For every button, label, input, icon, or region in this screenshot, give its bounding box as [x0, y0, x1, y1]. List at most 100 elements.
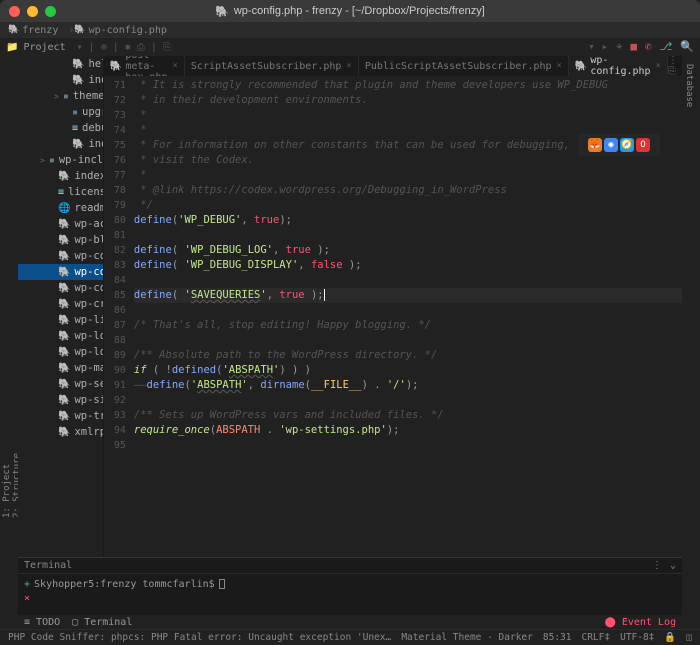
debug-icon[interactable]: ⌖: [616, 40, 622, 54]
code-line[interactable]: /** Sets up WordPress vars and included …: [134, 408, 682, 423]
run-icon[interactable]: ▾ ▸: [588, 40, 608, 54]
tree-item-label: license.txt: [68, 186, 104, 198]
close-icon[interactable]: ×: [172, 61, 177, 71]
terminal-tab[interactable]: ▢ Terminal: [72, 617, 132, 628]
tab-label: post-meta-box.php: [125, 56, 167, 76]
breadcrumb-item[interactable]: 🐘wp-config.php: [74, 25, 167, 36]
tree-item[interactable]: >▪wp-includes: [18, 152, 103, 168]
tree-item[interactable]: 🐘wp-login.php: [18, 344, 103, 360]
code-line[interactable]: * @link https://codex.wordpress.org/Debu…: [134, 183, 682, 198]
tree-item[interactable]: 🐘 wp-cron.php: [18, 296, 103, 312]
php-icon: 🐘: [575, 61, 587, 72]
php-icon: 🐘: [58, 379, 70, 390]
tree-item[interactable]: 🐘index.php: [18, 72, 103, 88]
code-line[interactable]: [134, 393, 682, 408]
code-line[interactable]: [134, 273, 682, 288]
terminal-settings-icon[interactable]: ⋮: [652, 560, 662, 571]
tab-label: wp-config.php: [590, 56, 650, 76]
tree-item[interactable]: 🐘wp-mail.php: [18, 360, 103, 376]
stop-icon[interactable]: ■: [630, 40, 637, 54]
code-line[interactable]: define( 'SAVEQUERIES', true );: [134, 288, 682, 303]
php-icon: 🐘: [74, 25, 85, 35]
code-line[interactable]: define( 'WP_DEBUG_LOG', true );: [134, 243, 682, 258]
tree-item[interactable]: 🐘wp-trackback.php: [18, 408, 103, 424]
minimize-window[interactable]: [27, 6, 38, 17]
tree-item[interactable]: 🐘wp-links-opml.php: [18, 312, 103, 328]
close-window[interactable]: [9, 6, 20, 17]
safari-icon[interactable]: 🧭: [620, 138, 634, 152]
code-line[interactable]: */: [134, 198, 682, 213]
tree-item[interactable]: ≡debug.log: [18, 120, 103, 136]
database-tool-tab[interactable]: Database: [684, 64, 694, 188]
tree-item[interactable]: 🐘xmlrpc.php: [18, 424, 103, 440]
code-line[interactable]: /* That's all, stop editing! Happy blogg…: [134, 318, 682, 333]
breadcrumb-item[interactable]: 🐘frenzy: [8, 25, 58, 36]
code-line[interactable]: [134, 438, 682, 453]
tree-item[interactable]: 🌐readme.html: [18, 200, 103, 216]
phone-icon[interactable]: ✆: [645, 40, 652, 54]
line-ending[interactable]: CRLF‡: [581, 632, 610, 643]
terminal-close-icon[interactable]: ×: [24, 593, 30, 604]
cursor-position: 85:31: [543, 632, 572, 643]
close-icon[interactable]: ×: [656, 61, 661, 71]
code-line[interactable]: *: [134, 168, 682, 183]
tree-item[interactable]: >▪themes: [18, 88, 103, 104]
tree-item[interactable]: 🐘wp-config-sample.php: [18, 280, 103, 296]
code-line[interactable]: [134, 303, 682, 318]
tree-item[interactable]: ≡license.txt: [18, 184, 103, 200]
code-line[interactable]: ――define('ABSPATH', dirname(__FILE__) . …: [134, 378, 682, 393]
bottom-tool-tabs: ≡ TODO ▢ Terminal ⬤ Event Log: [18, 615, 682, 629]
editor-tab[interactable]: 🐘wp-config.php ×: [569, 56, 668, 76]
tree-item[interactable]: 🐘wp-blog-header.php: [18, 232, 103, 248]
encoding[interactable]: UTF-8‡: [620, 632, 654, 643]
editor-tab[interactable]: PublicScriptAssetSubscriber.php ×: [359, 56, 569, 76]
code-line[interactable]: * It is strongly recommended that plugin…: [134, 78, 682, 93]
tree-item[interactable]: 🐘wp-signup.php: [18, 392, 103, 408]
chrome-icon[interactable]: ◉: [604, 138, 618, 152]
tree-item[interactable]: 🐘index.php: [18, 136, 103, 152]
tree-item[interactable]: ▪upgrade: [18, 104, 103, 120]
tree-item[interactable]: 🐘index.php: [18, 168, 103, 184]
code-line[interactable]: define( 'WP_DEBUG_DISPLAY', false );: [134, 258, 682, 273]
event-log-tab[interactable]: ⬤ Event Log: [605, 617, 676, 628]
tree-item[interactable]: 🐘hello.php: [18, 56, 103, 72]
tree-item-label: wp-includes: [59, 154, 104, 166]
close-icon[interactable]: ×: [556, 61, 561, 71]
git-icon[interactable]: ⎇: [660, 40, 673, 54]
terminal-add-icon[interactable]: +: [24, 579, 30, 590]
tree-item[interactable]: 🐘wp-load.php: [18, 328, 103, 344]
code-line[interactable]: * in their development environments.: [134, 93, 682, 108]
project-tool-tab[interactable]: 1: Project: [2, 64, 12, 518]
code-line[interactable]: define('WP_DEBUG', true);: [134, 213, 682, 228]
editor-tab[interactable]: 🐘post-meta-box.php×: [104, 56, 185, 76]
maximize-window[interactable]: [45, 6, 56, 17]
firefox-icon[interactable]: 🦊: [588, 138, 602, 152]
tab-label: PublicScriptAssetSubscriber.php: [365, 61, 552, 72]
folder-icon: 📁: [6, 42, 18, 53]
code-line[interactable]: /** Absolute path to the WordPress direc…: [134, 348, 682, 363]
php-icon: 🐘: [58, 235, 70, 246]
tree-item-label: wp-cron.php: [74, 298, 103, 310]
code-line[interactable]: *: [134, 108, 682, 123]
code-line[interactable]: require_once(ABSPATH . 'wp-settings.php'…: [134, 423, 682, 438]
tree-item-label: wp-trackback.php: [74, 410, 103, 422]
tree-item[interactable]: 🐘wp-settings.php: [18, 376, 103, 392]
code-line[interactable]: if ( !defined('ABSPATH') ) ): [134, 363, 682, 378]
code-line[interactable]: [134, 333, 682, 348]
editor-tab[interactable]: ScriptAssetSubscriber.php×: [185, 56, 359, 76]
terminal-hide-icon[interactable]: ⌄: [670, 560, 676, 571]
project-tree[interactable]: 🐘hello.php🐘index.php>▪themes▪upgrade≡deb…: [18, 56, 104, 557]
php-icon: 🐘: [58, 299, 70, 310]
tree-item-label: index.php: [88, 74, 103, 86]
inspector-icon[interactable]: ◫: [686, 632, 692, 643]
theme-label[interactable]: Material Theme - Darker: [401, 632, 533, 643]
opera-icon[interactable]: O: [636, 138, 650, 152]
todo-tab[interactable]: ≡ TODO: [24, 617, 60, 628]
close-icon[interactable]: ×: [346, 61, 351, 71]
tree-item[interactable]: 🐘wp-comments-post.php: [18, 248, 103, 264]
search-icon[interactable]: 🔍: [680, 40, 694, 54]
code-line[interactable]: [134, 228, 682, 243]
tree-item[interactable]: 🐘wp-activate.php: [18, 216, 103, 232]
lock-icon[interactable]: 🔒: [664, 632, 676, 643]
tree-item[interactable]: 🐘wp-config.php: [18, 264, 103, 280]
